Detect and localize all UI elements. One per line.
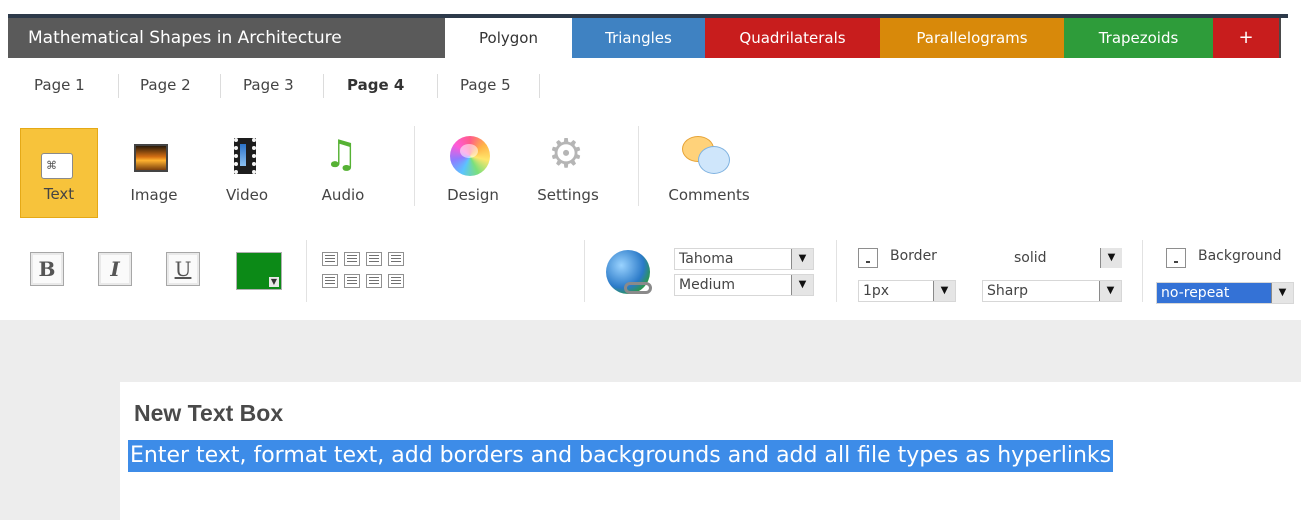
insert-video-button[interactable]: Video	[214, 128, 280, 218]
chevron-down-icon: ▼	[269, 277, 279, 287]
insert-image-button[interactable]: Image	[118, 128, 190, 218]
font-family-select[interactable]: Tahoma ▼	[674, 248, 814, 270]
link-chain-icon	[624, 282, 652, 294]
format-toolbar: B I U ▼ Tahoma ▼ Medium ▼ Border solid ▼…	[0, 226, 1301, 320]
chevron-down-icon: ▼	[791, 249, 813, 269]
bullet-list-icon[interactable]	[322, 274, 338, 288]
page-divider	[437, 74, 438, 98]
align-justify-icon[interactable]	[388, 252, 404, 266]
text-box-body-selected[interactable]: Enter text, format text, add borders and…	[128, 440, 1114, 472]
underline-button[interactable]: U	[166, 252, 200, 286]
border-width-select[interactable]: 1px ▼	[858, 280, 956, 302]
border-checkbox[interactable]	[858, 248, 878, 268]
film-strip-icon	[234, 138, 256, 174]
comments-button[interactable]: Comments	[654, 128, 764, 218]
insert-toolbar: ⌘ Text Image Video ♫ Audio Design ⚙ Sett…	[0, 116, 1301, 226]
page-link-5[interactable]: Page 5	[460, 76, 511, 94]
align-right-icon[interactable]	[366, 252, 382, 266]
insert-text-button[interactable]: ⌘ Text	[20, 128, 98, 218]
design-label: Design	[447, 186, 499, 204]
top-tab-bar: Mathematical Shapes in Architecture Poly…	[0, 0, 1301, 58]
background-repeat-select[interactable]: no-repeat ▼	[1156, 282, 1294, 304]
insert-video-label: Video	[225, 186, 269, 204]
border-corner-select[interactable]: Sharp ▼	[982, 280, 1122, 302]
toolbar-divider	[638, 126, 639, 206]
add-tab-button[interactable]: +	[1213, 18, 1279, 58]
tab-plus-container: +	[1213, 18, 1281, 58]
outdent-icon[interactable]	[388, 274, 404, 288]
border-style-value: solid	[1014, 250, 1047, 266]
tab-parallelograms[interactable]: Parallelograms	[880, 18, 1064, 58]
settings-button[interactable]: ⚙ Settings	[526, 128, 610, 218]
page-divider	[323, 74, 324, 98]
insert-text-label: Text	[43, 185, 75, 203]
toolbar-divider	[836, 240, 837, 302]
font-size-select[interactable]: Medium ▼	[674, 274, 814, 296]
indent-icon[interactable]	[366, 274, 382, 288]
font-family-value: Tahoma	[679, 251, 734, 267]
insert-image-label: Image	[130, 186, 178, 204]
chevron-down-icon: ▼	[933, 281, 955, 301]
gear-icon: ⚙	[548, 131, 584, 177]
color-wheel-icon	[450, 136, 490, 176]
text-box[interactable]: New Text Box Enter text, format text, ad…	[120, 382, 1301, 520]
text-box-title[interactable]: New Text Box	[134, 400, 283, 427]
chevron-down-icon: ▼	[1271, 283, 1293, 303]
tab-trapezoids[interactable]: Trapezoids	[1064, 18, 1213, 58]
toolbar-divider	[306, 240, 307, 302]
tab-quadrilaterals[interactable]: Quadrilaterals	[705, 18, 880, 58]
page-divider	[220, 74, 221, 98]
toolbar-divider	[1142, 240, 1143, 302]
comments-label: Comments	[668, 186, 750, 204]
page-link-4-current[interactable]: Page 4	[347, 76, 404, 94]
image-icon	[134, 144, 168, 172]
italic-button[interactable]: I	[98, 252, 132, 286]
settings-label: Settings	[537, 186, 599, 204]
editor-canvas: New Text Box Enter text, format text, ad…	[0, 320, 1301, 520]
page-divider	[118, 74, 119, 98]
insert-audio-button[interactable]: ♫ Audio	[310, 128, 376, 218]
toolbar-divider	[414, 126, 415, 206]
border-style-select[interactable]: solid ▼	[1008, 248, 1122, 270]
numbered-list-icon[interactable]	[344, 274, 360, 288]
page-link-2[interactable]: Page 2	[140, 76, 191, 94]
chevron-down-icon: ▼	[1099, 281, 1121, 301]
tab-polygon[interactable]: Polygon	[445, 18, 572, 58]
music-note-icon: ♫	[324, 132, 359, 176]
border-label: Border	[890, 248, 937, 264]
align-left-icon[interactable]	[322, 252, 338, 266]
app-title: Mathematical Shapes in Architecture	[8, 18, 445, 58]
background-repeat-value: no-repeat	[1161, 285, 1230, 301]
align-center-icon[interactable]	[344, 252, 360, 266]
font-size-value: Medium	[679, 277, 735, 293]
toolbar-divider	[584, 240, 585, 302]
speech-bubbles-icon	[682, 136, 734, 180]
text-box-icon: ⌘	[41, 153, 73, 179]
bold-button[interactable]: B	[30, 252, 64, 286]
page-link-1[interactable]: Page 1	[34, 76, 85, 94]
insert-audio-label: Audio	[321, 186, 365, 204]
chevron-down-icon: ▼	[791, 275, 813, 295]
border-width-value: 1px	[863, 283, 890, 299]
border-corner-value: Sharp	[987, 283, 1028, 299]
page-navigation: Page 1 Page 2 Page 3 Page 4 Page 5	[0, 58, 1301, 116]
chevron-down-icon: ▼	[1100, 248, 1122, 268]
font-color-picker[interactable]: ▼	[236, 252, 282, 290]
page-divider	[539, 74, 540, 98]
background-checkbox[interactable]	[1166, 248, 1186, 268]
tab-triangles[interactable]: Triangles	[572, 18, 705, 58]
design-button[interactable]: Design	[434, 128, 512, 218]
page-link-3[interactable]: Page 3	[243, 76, 294, 94]
alignment-group	[322, 252, 442, 292]
background-label: Background	[1198, 248, 1282, 264]
